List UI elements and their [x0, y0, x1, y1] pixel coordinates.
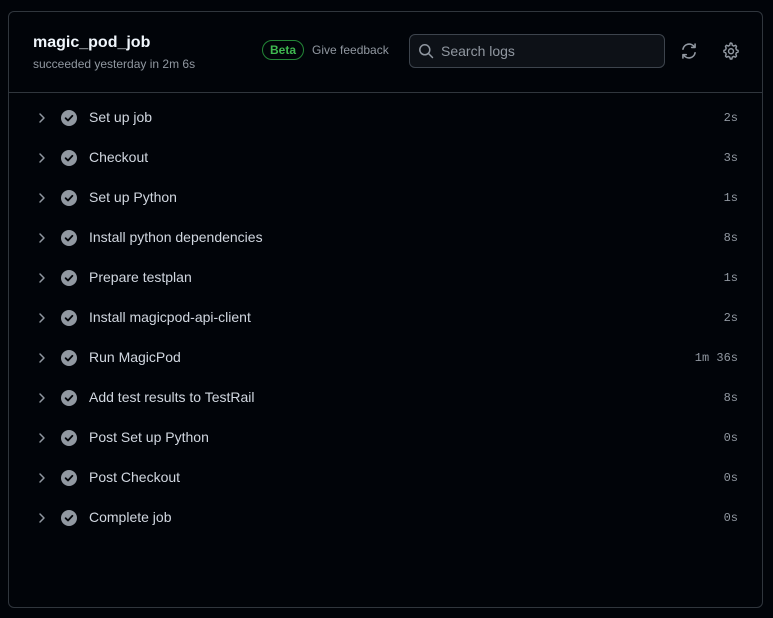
step-duration: 8s — [723, 391, 738, 405]
chevron-right-icon[interactable] — [36, 231, 48, 249]
check-circle-icon — [61, 390, 77, 411]
chevron-right-icon[interactable] — [36, 271, 48, 289]
step-name: Install python dependencies — [89, 229, 263, 245]
check-circle-icon — [61, 470, 77, 491]
step-name: Post Checkout — [89, 469, 181, 485]
step-name: Complete job — [89, 509, 172, 525]
job-title: magic_pod_job — [33, 34, 151, 51]
step-row[interactable]: Prepare testplan 1s — [9, 258, 762, 298]
search-icon — [418, 43, 434, 64]
step-row[interactable]: Post Set up Python 0s — [9, 418, 762, 458]
step-duration: 0s — [723, 511, 738, 525]
steps-list: Set up job 2s Checkout 3s Set up Python … — [9, 98, 762, 538]
chevron-right-icon[interactable] — [36, 351, 48, 369]
check-circle-icon — [61, 110, 77, 131]
step-duration: 0s — [723, 431, 738, 445]
step-name: Install magicpod-api-client — [89, 309, 251, 325]
step-name: Set up job — [89, 109, 153, 125]
chevron-right-icon[interactable] — [36, 391, 48, 409]
beta-badge: Beta — [262, 40, 305, 60]
step-duration: 0s — [723, 471, 738, 485]
search-logs-input[interactable] — [441, 35, 656, 67]
give-feedback-link[interactable]: Give feedback — [312, 43, 389, 57]
step-name: Prepare testplan — [89, 269, 192, 285]
check-circle-icon — [61, 230, 77, 251]
step-name: Post Set up Python — [89, 429, 209, 445]
check-circle-icon — [61, 150, 77, 171]
step-row[interactable]: Post Checkout 0s — [9, 458, 762, 498]
chevron-right-icon[interactable] — [36, 191, 48, 209]
job-header: magic_pod_job succeeded yesterday in 2m … — [9, 12, 762, 93]
step-duration: 1s — [723, 191, 738, 205]
step-duration: 2s — [723, 111, 738, 125]
step-row[interactable]: Install magicpod-api-client 2s — [9, 298, 762, 338]
chevron-right-icon[interactable] — [36, 471, 48, 489]
job-log-panel: magic_pod_job succeeded yesterday in 2m … — [8, 11, 763, 608]
check-circle-icon — [61, 310, 77, 331]
step-name: Checkout — [89, 149, 149, 165]
step-duration: 1m 36s — [694, 351, 738, 365]
step-row[interactable]: Complete job 0s — [9, 498, 762, 538]
check-circle-icon — [61, 350, 77, 371]
step-row[interactable]: Set up job 2s — [9, 98, 762, 138]
step-name: Add test results to TestRail — [89, 389, 255, 405]
job-status-text: succeeded yesterday in 2m 6s — [33, 57, 196, 71]
step-duration: 3s — [723, 151, 738, 165]
check-circle-icon — [61, 270, 77, 291]
step-duration: 1s — [723, 271, 738, 285]
chevron-right-icon[interactable] — [36, 431, 48, 449]
step-name: Run MagicPod — [89, 349, 181, 365]
check-circle-icon — [61, 190, 77, 211]
search-logs-field[interactable] — [409, 34, 665, 68]
refresh-icon[interactable] — [680, 42, 698, 60]
step-row[interactable]: Install python dependencies 8s — [9, 218, 762, 258]
step-row[interactable]: Run MagicPod 1m 36s — [9, 338, 762, 378]
check-circle-icon — [61, 510, 77, 531]
chevron-right-icon[interactable] — [36, 511, 48, 529]
step-row[interactable]: Add test results to TestRail 8s — [9, 378, 762, 418]
step-row[interactable]: Checkout 3s — [9, 138, 762, 178]
chevron-right-icon[interactable] — [36, 311, 48, 329]
step-duration: 8s — [723, 231, 738, 245]
chevron-right-icon[interactable] — [36, 151, 48, 169]
gear-icon[interactable] — [722, 42, 740, 60]
chevron-right-icon[interactable] — [36, 111, 48, 129]
check-circle-icon — [61, 430, 77, 451]
step-row[interactable]: Set up Python 1s — [9, 178, 762, 218]
step-name: Set up Python — [89, 189, 177, 205]
step-duration: 2s — [723, 311, 738, 325]
